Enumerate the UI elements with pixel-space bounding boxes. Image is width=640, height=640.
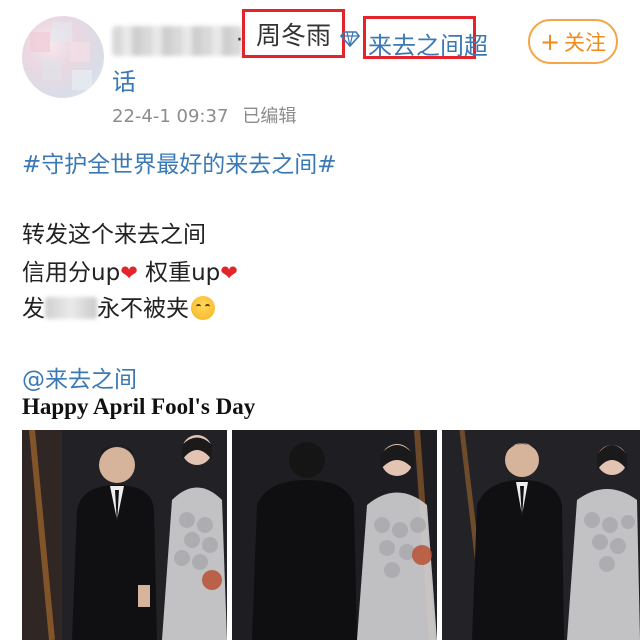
post-text-line-2: 信用分up❤ 权重up❤ <box>22 253 238 287</box>
image-caption: Happy April Fool's Day <box>22 394 256 419</box>
post-meta: 22-4-1 09:37 已编辑 <box>112 102 296 128</box>
post-text-line-1: 转发这个来去之间 <box>22 222 206 248</box>
post-text-line-3: 发 永不被夹 <box>22 289 215 323</box>
post-photo-2[interactable] <box>232 430 437 640</box>
author-name-highlight[interactable]: 周冬雨 <box>242 9 345 58</box>
mention-link[interactable]: @来去之间 <box>22 360 137 394</box>
blushing-face-emoji <box>191 296 215 320</box>
post-photo-1[interactable] <box>22 430 227 640</box>
plus-icon: + <box>539 27 561 56</box>
post-text-never: 永不被夹 <box>97 296 189 322</box>
edited-label[interactable]: 已编辑 <box>242 106 296 127</box>
heart-emoji: ❤ <box>120 261 138 285</box>
hashtag-link[interactable]: #守护全世界最好的来去之间# <box>22 145 337 179</box>
post-text-send: 发 <box>22 296 45 322</box>
blurred-text <box>45 297 97 319</box>
diamond-icon <box>340 31 360 48</box>
post-timestamp: 22-4-1 09:37 <box>112 106 229 127</box>
post-text-weight: 权重up <box>137 260 221 286</box>
avatar[interactable] <box>22 16 104 98</box>
author-name-blurred[interactable] <box>112 26 242 56</box>
post-text-credit: 信用分up <box>22 260 121 286</box>
post-photo-3[interactable] <box>442 430 640 640</box>
follow-button[interactable]: + 关注 <box>528 19 618 64</box>
topic-link-continued[interactable]: 话 <box>112 62 136 97</box>
heart-emoji: ❤ <box>220 261 238 285</box>
follow-button-label: 关注 <box>564 30 607 55</box>
topic-link[interactable]: 来去之间超 <box>368 26 488 61</box>
